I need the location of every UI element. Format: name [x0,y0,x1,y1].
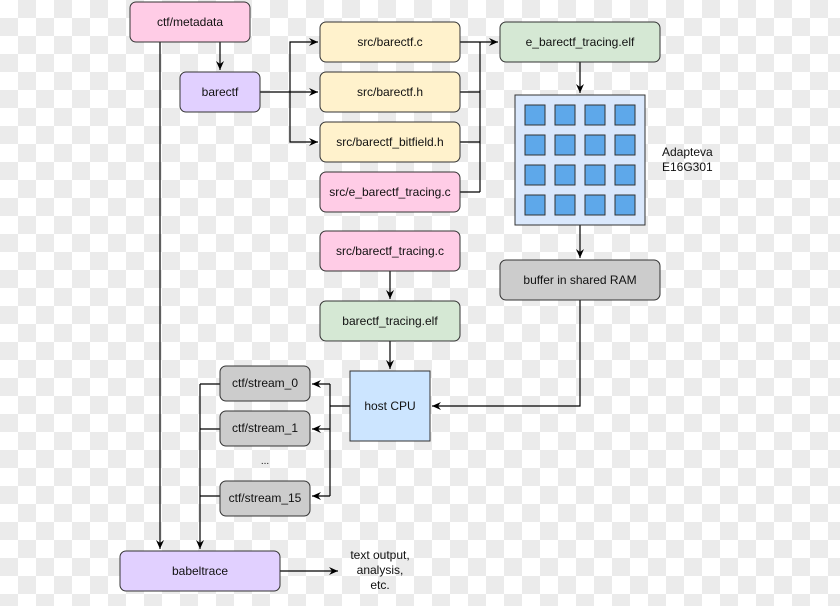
chip-core [554,104,576,126]
chip-core [554,194,576,216]
chip-label: Adapteva [662,145,713,159]
node-src-barectf-c: src/barectf.c [319,21,461,63]
node-label: src/e_barectf_tracing.c [329,185,450,199]
chip-core [614,134,636,156]
node-src-e-tracing-c: src/e_barectf_tracing.c [319,171,461,213]
node-label: host CPU [364,399,415,413]
chip-core [554,164,576,186]
chip-adapteva: Adapteva E16G301 [514,94,713,226]
chip-core [614,164,636,186]
node-label: babeltrace [172,564,228,578]
output-line: text output, [350,548,409,562]
chip-core [524,164,546,186]
node-e-tracing-elf: e_barectf_tracing.elf [499,21,661,63]
chip-core [584,164,606,186]
node-label: src/barectf.c [357,35,422,49]
node-label: ctf/metadata [157,15,223,29]
node-label: src/barectf.h [357,85,423,99]
node-buffer-shared-ram: buffer in shared RAM [499,259,661,301]
node-label: ctf/stream_15 [229,491,302,505]
chip-core [554,134,576,156]
node-label: barectf_tracing.elf [342,314,438,328]
node-label: ctf/stream_1 [232,421,298,435]
node-src-barectf-h: src/barectf.h [319,71,461,113]
node-label: e_barectf_tracing.elf [526,35,635,49]
chip-core [524,194,546,216]
node-stream-15: ctf/stream_15 [219,480,311,517]
chip-core [584,104,606,126]
node-label: src/barectf_bitfield.h [336,135,443,149]
node-label: ctf/stream_0 [232,376,298,390]
chip-core [524,134,546,156]
node-ctf-metadata: ctf/metadata [129,1,251,43]
output-label: text output, analysis, etc. [350,548,409,592]
chip-model: E16G301 [662,160,713,174]
node-label: src/barectf_tracing.c [336,244,444,258]
chip-core [584,134,606,156]
output-line: etc. [370,578,389,592]
node-stream-0: ctf/stream_0 [219,365,311,402]
streams-ellipsis: ... [261,456,269,467]
chip-core [614,194,636,216]
node-src-bitfield-h: src/barectf_bitfield.h [319,121,461,163]
node-tracing-elf: barectf_tracing.elf [319,300,461,342]
diagram: ctf/metadata barectf src/barectf.c src/b… [119,1,713,592]
chip-core [614,104,636,126]
output-line: analysis, [357,563,404,577]
node-label: buffer in shared RAM [523,273,636,287]
chip-core [524,104,546,126]
node-barectf: barectf [179,71,261,113]
chip-core [584,194,606,216]
node-stream-1: ctf/stream_1 [219,410,311,447]
node-label: barectf [202,85,239,99]
node-babeltrace: babeltrace [119,550,281,592]
node-host-cpu: host CPU [349,370,431,442]
node-src-tracing-c: src/barectf_tracing.c [319,230,461,272]
